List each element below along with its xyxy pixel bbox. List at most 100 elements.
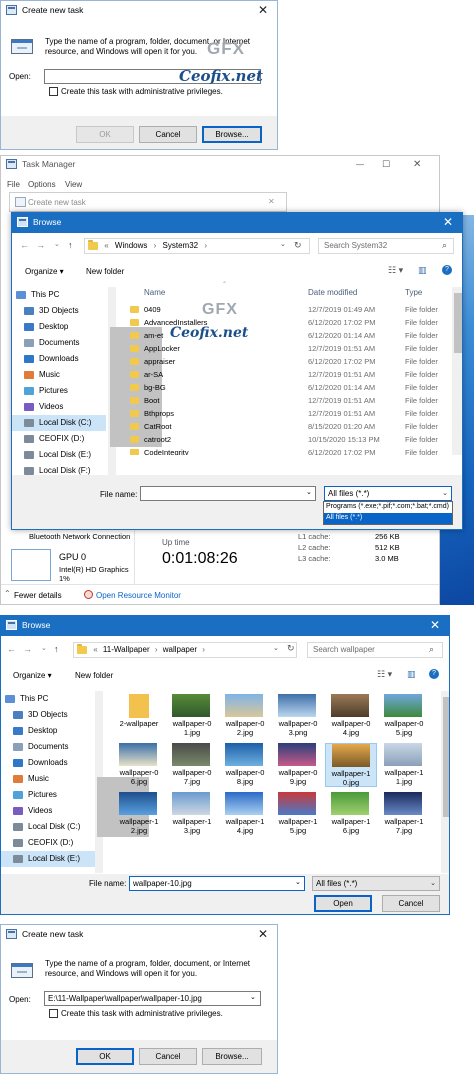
open-resource-monitor-link[interactable]: Open Resource Monitor: [96, 591, 181, 600]
fewer-details-link[interactable]: Fewer details: [14, 591, 62, 600]
maximize-icon[interactable]: ☐: [382, 159, 390, 170]
refresh-icon[interactable]: ↻: [287, 643, 295, 654]
search-input[interactable]: Search wallpaper: [307, 642, 443, 658]
sidebar-item-music[interactable]: Music: [1, 771, 95, 787]
menu-file[interactable]: File: [7, 180, 20, 189]
folder-item[interactable]: 2-wallpaper: [113, 694, 165, 738]
sidebar-item-desktop[interactable]: Desktop: [1, 723, 95, 739]
thumbnail-item[interactable]: wallpaper-02.jpg: [219, 694, 271, 738]
close-icon[interactable]: ✕: [413, 159, 421, 170]
close-icon[interactable]: ✕: [421, 616, 449, 636]
sidebar-item-local-disk-e[interactable]: Local Disk (E:): [1, 851, 95, 867]
filter-option-all-files-row[interactable]: All files (*.*): [324, 513, 452, 524]
sidebar-item-desktop[interactable]: Desktop: [12, 319, 106, 335]
sidebar-item-pictures[interactable]: Pictures: [1, 787, 95, 803]
table-row[interactable]: CatRoot 8/15/2020 01:20 AM File folder: [130, 420, 448, 433]
admin-checkbox[interactable]: [49, 87, 58, 96]
menu-view[interactable]: View: [65, 180, 82, 189]
up-arrow-icon[interactable]: ↑: [54, 644, 59, 654]
minimize-icon[interactable]: —: [356, 160, 364, 169]
thumbnail-item[interactable]: wallpaper-03.png: [272, 694, 324, 738]
thumbnail-item[interactable]: wallpaper-07.jpg: [166, 743, 218, 787]
thumbnail-item[interactable]: wallpaper-05.jpg: [378, 694, 430, 738]
refresh-icon[interactable]: ↻: [294, 240, 302, 251]
address-dropdown-icon[interactable]: ⌄: [280, 240, 286, 248]
sidebar-item-documents[interactable]: Documents: [12, 335, 106, 351]
new-folder-button[interactable]: New folder: [86, 267, 124, 276]
sidebar-item-videos[interactable]: Videos: [1, 803, 95, 819]
address-dropdown-icon[interactable]: ⌄: [273, 644, 279, 652]
breadcrumb-wallpaper[interactable]: wallpaper: [163, 645, 197, 654]
cancel-button[interactable]: Cancel: [139, 1048, 197, 1065]
thumbnail-item[interactable]: wallpaper-08.jpg: [219, 743, 271, 787]
cancel-button[interactable]: Cancel: [139, 126, 197, 143]
browse-button[interactable]: Browse...: [202, 126, 262, 143]
thumbnail-item[interactable]: wallpaper-01.jpg: [166, 694, 218, 738]
admin-checkbox[interactable]: [49, 1009, 58, 1018]
grid-scrollbar[interactable]: [441, 691, 449, 873]
sidebar-item-local-disk-c[interactable]: Local Disk (C:): [12, 415, 106, 431]
thumbnail-item[interactable]: wallpaper-16.jpg: [325, 792, 377, 836]
table-row[interactable]: bg-BG 6/12/2020 01:14 AM File folder: [130, 381, 448, 394]
chevron-down-icon[interactable]: ⌄: [250, 993, 256, 1001]
table-row[interactable]: ar-SA 12/7/2019 01:51 AM File folder: [130, 368, 448, 381]
table-row[interactable]: 0409 12/7/2019 01:49 AM File folder: [130, 303, 448, 316]
up-arrow-icon[interactable]: ↑: [68, 240, 73, 250]
preview-pane-icon[interactable]: ▥: [407, 669, 416, 680]
table-row[interactable]: AppLocker 12/7/2019 01:51 AM File folder: [130, 342, 448, 355]
column-date[interactable]: Date modified: [308, 288, 357, 297]
sidebar-item-3d-objects[interactable]: 3D Objects: [12, 303, 106, 319]
filename-input[interactable]: wallpaper-10.jpg: [129, 876, 305, 891]
thumbnail-item[interactable]: wallpaper-10.jpg: [325, 743, 377, 787]
chevron-down-icon[interactable]: ⌄: [306, 488, 312, 496]
nav-scrollbar[interactable]: [108, 287, 162, 483]
organize-menu[interactable]: Organize ▾: [25, 267, 64, 276]
thumbnail-item[interactable]: wallpaper-06.jpg: [113, 743, 165, 787]
chevron-down-icon[interactable]: ⌄: [41, 644, 47, 652]
chevron-down-icon[interactable]: ⌄: [295, 878, 301, 886]
sidebar-item-downloads[interactable]: Downloads: [12, 351, 106, 367]
table-row[interactable]: CodeIntegrity 6/12/2020 17:02 PM File fold…: [130, 446, 448, 455]
thumbnail-item[interactable]: wallpaper-13.jpg: [166, 792, 218, 836]
close-icon[interactable]: ✕: [434, 213, 462, 233]
breadcrumb-system32[interactable]: System32: [163, 241, 199, 250]
thumbnail-item[interactable]: wallpaper-17.jpg: [378, 792, 430, 836]
sidebar-item-music[interactable]: Music: [12, 367, 106, 383]
filter-option-programs[interactable]: Programs (*.exe;*.pif;*.com;*.bat;*.cmd): [326, 503, 449, 510]
ok-button[interactable]: OK: [76, 1048, 134, 1065]
thumbnail-item[interactable]: wallpaper-11.jpg: [378, 743, 430, 787]
sidebar-item-documents[interactable]: Documents: [1, 739, 95, 755]
back-arrow-icon[interactable]: ←: [20, 240, 29, 250]
ok-button[interactable]: OK: [76, 126, 134, 143]
back-arrow-icon[interactable]: ←: [7, 644, 16, 654]
search-input[interactable]: Search System32: [318, 238, 454, 254]
close-icon[interactable]: ✕: [249, 925, 277, 945]
browse-button[interactable]: Browse...: [202, 1048, 262, 1065]
cancel-button[interactable]: Cancel: [382, 895, 440, 912]
sidebar-item-videos[interactable]: Videos: [12, 399, 106, 415]
help-icon[interactable]: ?: [442, 265, 452, 275]
open-combobox[interactable]: E:\11-Wallpaper\wallpaper\wallpaper-10.j…: [44, 991, 261, 1006]
table-row[interactable]: catroot2 10/15/2020 15:13 PM File folder: [130, 433, 448, 446]
address-bar[interactable]: « 11-Wallpaper › wallpaper ›: [73, 642, 297, 658]
breadcrumb-11-wallpaper[interactable]: 11-Wallpaper: [103, 645, 150, 654]
breadcrumb-windows[interactable]: Windows: [115, 241, 147, 250]
table-row[interactable]: Bthprops 12/7/2019 01:51 AM File folder: [130, 407, 448, 420]
close-icon[interactable]: ✕: [249, 1, 277, 21]
thumbnail-item[interactable]: wallpaper-15.jpg: [272, 792, 324, 836]
gpu-graph-thumb[interactable]: [11, 549, 51, 581]
table-row[interactable]: appraiser 6/12/2020 17:02 PM File folder: [130, 355, 448, 368]
thumbnail-item[interactable]: wallpaper-04.jpg: [325, 694, 377, 738]
thumbnail-item[interactable]: wallpaper-14.jpg: [219, 792, 271, 836]
menu-options[interactable]: Options: [28, 180, 56, 189]
forward-arrow-icon[interactable]: →: [23, 644, 32, 654]
sidebar-item-ceofix-d[interactable]: CEOFIX (D:): [12, 431, 106, 447]
view-options-icon[interactable]: ☷ ▾: [377, 669, 392, 680]
chevron-up-icon[interactable]: ⌃: [4, 589, 11, 598]
forward-arrow-icon[interactable]: →: [36, 240, 45, 250]
sidebar-item-3d-objects[interactable]: 3D Objects: [1, 707, 95, 723]
column-type[interactable]: Type: [405, 288, 422, 297]
filename-input[interactable]: [140, 486, 316, 501]
address-bar[interactable]: « Windows › System32 ›: [84, 238, 310, 254]
thumbnail-item[interactable]: wallpaper-09.jpg: [272, 743, 324, 787]
